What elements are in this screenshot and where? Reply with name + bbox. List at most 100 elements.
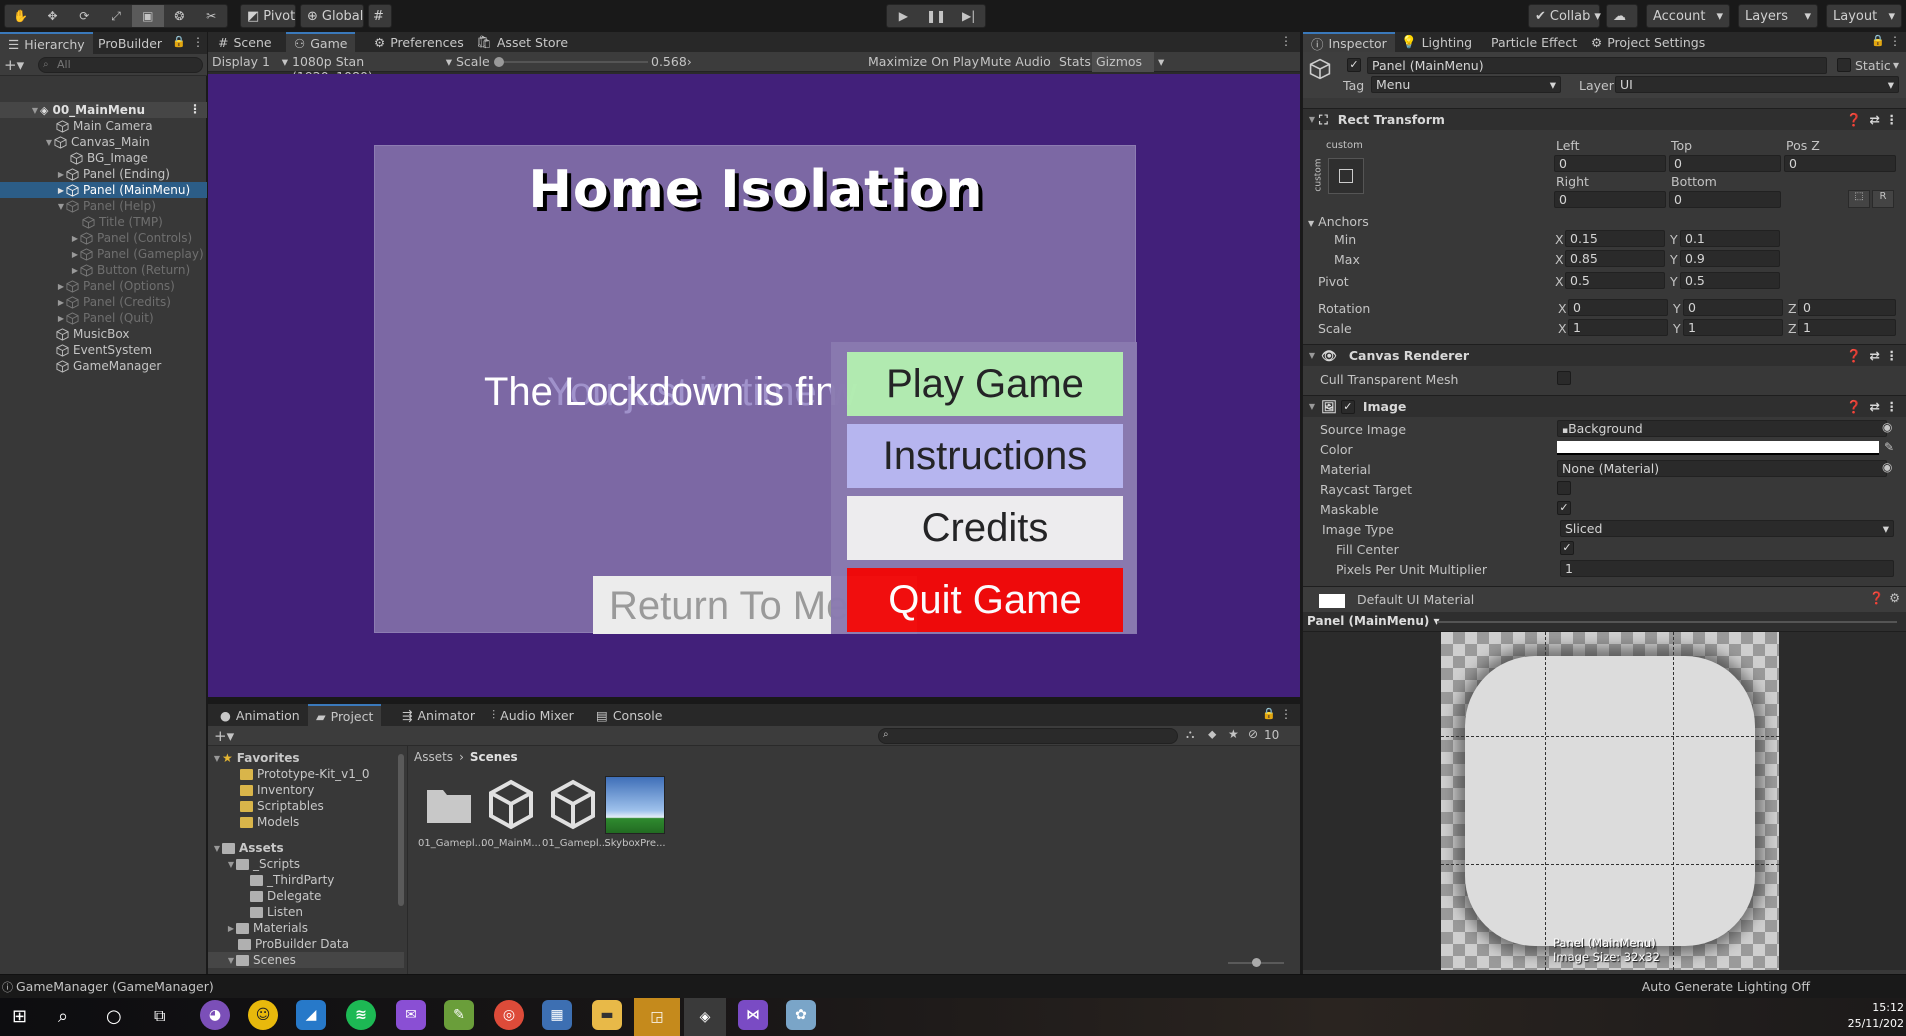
asset-tile[interactable]: 00_MainM... [480,776,542,856]
rect-tool-icon[interactable]: ▣ [131,5,164,27]
label-filter-icon[interactable]: ⬥ [1208,727,1216,742]
slider-thumb[interactable] [494,57,504,67]
favorite-item[interactable]: Scriptables [240,798,324,814]
tab-probuilder[interactable]: ProBuilder [90,32,170,54]
hierarchy-search-input[interactable]: ⌕ All [38,57,203,73]
project-search-input[interactable]: ⌕ [878,728,1178,744]
favorites-header[interactable]: ▼ ★ Favorites [212,750,300,766]
hierarchy-item[interactable]: ▶ Panel (Options) [0,278,206,294]
object-name-field[interactable]: Panel (MainMenu) [1367,57,1827,74]
file-explorer-icon[interactable]: ▬ [592,1000,622,1030]
tab-project[interactable]: ▰ Project [308,704,382,726]
rotation-x[interactable]: 0 [1568,299,1668,316]
tab-lighting[interactable]: 💡 Lighting [1393,32,1480,52]
move-tool-icon[interactable]: ✥ [37,5,69,27]
stats-toggle[interactable]: Stats [1059,54,1091,69]
asset-folder[interactable]: ProBuilder Data [238,936,349,952]
help-icon[interactable]: ❓ [1846,399,1862,415]
gear-icon[interactable]: ⚙ [1889,591,1900,605]
tab-asset-store[interactable]: 🛍 Asset Store [468,32,576,52]
help-icon[interactable]: ❓ [1846,112,1862,128]
posz-field[interactable]: 0 [1784,155,1896,172]
preview-title[interactable]: Panel (MainMenu) ▾ [1307,614,1440,628]
expand-arrow-icon[interactable]: ▼ [1307,351,1317,360]
instructions-button[interactable]: Instructions [847,424,1123,488]
expand-arrow-icon[interactable]: ▼ [1308,219,1314,228]
unity-icon[interactable]: ◈ [684,998,726,1036]
hierarchy-item[interactable]: BG_Image [0,150,206,166]
right-field[interactable]: 0 [1554,191,1666,208]
step-icon[interactable]: ▶| [952,5,985,27]
asset-folder-selected[interactable]: ▼ Scenes [208,952,404,968]
hierarchy-item[interactable]: ▼ Canvas_Main [0,134,206,150]
image-type-dropdown[interactable]: Sliced ▾ [1560,520,1894,537]
account-dropdown[interactable]: Account ▾ [1646,4,1730,28]
preset-icon[interactable]: ⇄ [1870,399,1880,414]
hierarchy-item[interactable]: ▶ Panel (Controls) [0,230,206,246]
asset-folder[interactable]: _ThirdParty [250,872,334,888]
preset-icon[interactable]: ⇄ [1870,112,1880,127]
custom-tool-icon[interactable]: ✂ [195,5,227,27]
sticky-notes-icon[interactable]: ◲ [634,998,680,1036]
hierarchy-item[interactable]: ▶ Panel (Ending) [0,166,206,182]
anchor-min-x[interactable]: 0.15 [1565,230,1665,247]
kebab-menu-icon[interactable]: ⋮ [1280,707,1292,721]
help-icon[interactable]: ❓ [1846,348,1862,364]
expand-arrow-icon[interactable]: ▶ [56,282,66,291]
pivot-toggle[interactable]: ◩ Pivot [240,4,296,28]
rect-transform-header[interactable]: ▼ ⛶ Rect Transform ❓ ⇄ ⋮ [1303,108,1906,130]
scale-slider[interactable] [494,57,648,67]
pivot-y[interactable]: 0.5 [1680,272,1780,289]
expand-arrow-icon[interactable]: ▼ [44,138,54,147]
play-game-button[interactable]: Play Game [847,352,1123,416]
play-icon[interactable]: ▶ [887,5,920,27]
slider-thumb[interactable] [1252,958,1261,967]
breadcrumb-scenes[interactable]: Scenes [470,750,518,766]
expand-arrow-icon[interactable]: ▶ [70,234,80,243]
tab-console[interactable]: ▤ Console [588,704,670,726]
messenger-icon[interactable]: ✉ [396,1000,426,1030]
expand-arrow-icon[interactable]: ▼ [1307,115,1317,124]
favorite-item[interactable]: Prototype-Kit_v1_0 [240,766,370,782]
hierarchy-item[interactable]: Title (TMP) [0,214,206,230]
assets-header[interactable]: ▼ Assets [212,840,284,856]
favorite-item[interactable]: Models [240,814,299,830]
expand-arrow-icon[interactable]: ▶ [56,186,66,195]
image-header[interactable]: ▼ 🖼 ✓ Image ❓ ⇄ ⋮ [1303,395,1906,417]
hierarchy-item[interactable]: ▶ Panel (Quit) [0,310,206,326]
static-checkbox[interactable] [1837,58,1851,72]
cloud-button[interactable]: ☁ [1606,4,1638,28]
display-dropdown[interactable]: Display 1 ▾ [212,54,288,69]
asset-tile[interactable]: 01_Gamepl... [542,776,608,856]
tab-inspector[interactable]: ⓘ Inspector [1303,32,1395,52]
anchor-max-y[interactable]: 0.9 [1680,250,1780,267]
star-icon[interactable]: ★ [1228,727,1239,741]
pivot-x[interactable]: 0.5 [1565,272,1665,289]
color-swatch[interactable] [1557,441,1879,455]
scale-z[interactable]: 1 [1798,319,1896,336]
taskbar-clock[interactable]: 15:12 25/11/202 [1836,1000,1904,1032]
hierarchy-item[interactable]: ▶ Button (Return) [0,262,206,278]
preset-icon[interactable]: ⇄ [1870,348,1880,363]
paint-icon[interactable]: ✿ [786,1000,816,1030]
tab-preferences[interactable]: ⚙ Preferences [366,32,472,52]
credits-button[interactable]: Credits [847,496,1123,560]
expand-arrow-icon[interactable]: ▼ [212,754,222,763]
maskable-checkbox[interactable]: ✓ [1557,501,1571,515]
gizmos-toggle[interactable]: Gizmos [1092,52,1154,72]
scene-row[interactable]: ▼ ◈ 00_MainMenu ⋮ [0,102,207,118]
add-plus-icon[interactable]: +▾ [214,727,234,745]
eyedropper-icon[interactable]: ✎ [1884,440,1894,454]
expand-arrow-icon[interactable]: ▼ [212,844,222,853]
task-view-icon[interactable]: ⧉ [154,1006,165,1026]
tab-animation[interactable]: ● Animation [212,704,308,726]
kebab-menu-icon[interactable]: ⋮ [1886,112,1899,127]
material-field[interactable]: None (Material) [1557,460,1887,477]
hierarchy-item[interactable]: ▶ Panel (Credits) [0,294,206,310]
tab-particle-effect[interactable]: Particle Effect [1483,32,1585,52]
pause-icon[interactable]: ❚❚ [920,5,953,27]
layout-dropdown[interactable]: Layout ▾ [1826,4,1902,28]
asset-tile[interactable]: SkyboxPre... [604,776,666,856]
cortana-icon[interactable]: ○ [106,1006,122,1027]
tab-scene[interactable]: # Scene [210,32,280,52]
